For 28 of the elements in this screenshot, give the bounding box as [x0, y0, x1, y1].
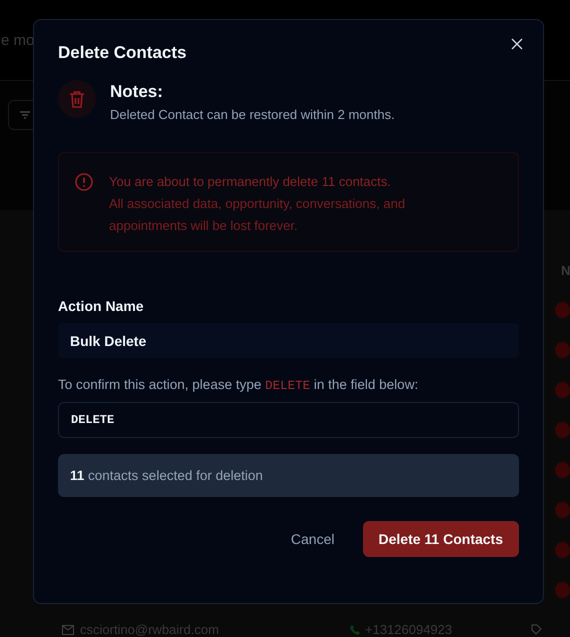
- dialog-title: Delete Contacts: [58, 43, 188, 63]
- selection-summary: 11 contacts selected for deletion: [70, 468, 263, 483]
- delete-button[interactable]: Delete 11 Contacts: [362, 521, 519, 557]
- avatar: [555, 342, 570, 358]
- confirm-instruction: To confirm this action, please type DELETE in the field below:: [58, 377, 420, 393]
- notes-text: Deleted Contact can be restored within 2 months.: [110, 107, 395, 122]
- header-text: e mo: [1, 32, 34, 48]
- avatar: [555, 542, 570, 558]
- tag-icon: [531, 624, 542, 635]
- avatar: [555, 302, 570, 318]
- cancel-button[interactable]: Cancel: [290, 531, 334, 547]
- mail-icon: [62, 624, 74, 634]
- notes-title: Notes:: [110, 82, 164, 102]
- warning-text: All associated data, opportunity, conversations, and appointments will be lost forever.: [109, 195, 406, 235]
- warning-text: You are about to permanently delete 11 contacts.: [109, 173, 392, 191]
- avatar: [555, 422, 570, 438]
- phone-icon: [350, 624, 360, 635]
- avatar: [555, 582, 570, 598]
- confirm-field[interactable]: DELETE: [58, 402, 519, 438]
- close-icon[interactable]: [511, 38, 523, 50]
- filter-icon: [19, 110, 31, 120]
- avatar: [555, 382, 570, 398]
- field-label: Action Name: [58, 298, 145, 314]
- avatar: [555, 462, 570, 478]
- trash-icon: [58, 80, 96, 118]
- avatar: [555, 502, 570, 518]
- warning-icon: [75, 173, 93, 191]
- action-name-field[interactable]: Bulk Delete: [58, 323, 519, 358]
